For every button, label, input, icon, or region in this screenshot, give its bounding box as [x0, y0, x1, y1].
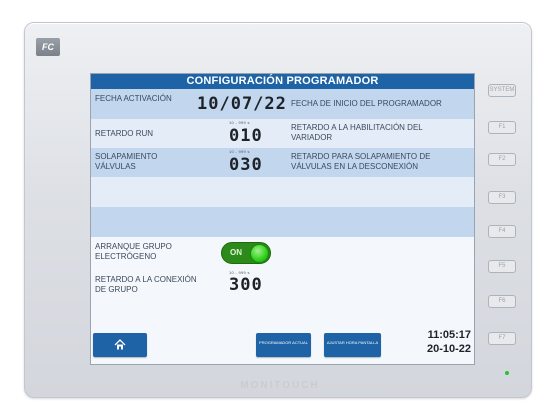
row-solapamiento-valvulas: SOLAPAMIENTO VÁLVULAS 10 - 999 s 030 RET…: [91, 148, 474, 177]
f4-key[interactable]: F4: [488, 225, 516, 238]
programador-actual-button[interactable]: PROGRAMADOR ACTUAL: [256, 333, 311, 357]
clock-time: 11:05:17: [427, 329, 471, 341]
row-retardo-run: RETARDO RUN 10 - 999 s 010 RETARDO A LA …: [91, 119, 474, 148]
retardo-run-label: RETARDO RUN: [95, 129, 154, 138]
home-icon: [114, 339, 126, 350]
f5-key[interactable]: F5: [488, 260, 516, 273]
f7-key[interactable]: F7: [488, 332, 516, 345]
hmi-screen: CONFIGURACIÓN PROGRAMADOR FECHA ACTIVACI…: [90, 73, 475, 365]
clock-date: 20-10-22: [426, 343, 471, 355]
system-key[interactable]: SYSTEM: [488, 84, 516, 97]
home-button[interactable]: [93, 333, 147, 357]
status-led: [505, 371, 509, 375]
grupo-electrogeno-toggle[interactable]: ON: [221, 242, 271, 264]
solapamiento-valvulas-value[interactable]: 030: [229, 155, 263, 175]
f6-key[interactable]: F6: [488, 295, 516, 308]
f3-key[interactable]: F3: [488, 191, 516, 204]
solapamiento-valvulas-unit: 10 - 999 s: [229, 149, 250, 154]
retardo-conexion-label: RETARDO A LA CONEXIÓN DE GRUPO: [95, 275, 197, 294]
grupo-electrogeno-label: ARRANQUE GRUPO ELECTRÓGENO: [95, 242, 172, 261]
retardo-run-unit: 10 - 999 s: [229, 120, 250, 125]
retardo-run-value[interactable]: 010: [229, 126, 263, 146]
fecha-activacion-value[interactable]: 10/07/22: [197, 94, 287, 114]
row-empty-2: [91, 207, 474, 237]
clock-display: 11:05:17 20-10-22: [411, 328, 471, 356]
brand-name: MONITOUCH: [240, 380, 320, 391]
solapamiento-valvulas-description: RETARDO PARA SOLAPAMIENTO DE VÁLVULAS EN…: [291, 152, 431, 171]
toggle-on-text: ON: [230, 248, 242, 257]
fecha-activacion-description: FECHA DE INICIO DEL PROGRAMADOR: [291, 99, 442, 108]
row-fecha-activacion: FECHA ACTIVACIÓN 10/07/22 FECHA DE INICI…: [91, 89, 474, 119]
f1-key[interactable]: F1: [488, 121, 516, 134]
retardo-run-description: RETARDO A LA HABILITACIÓN DEL VARIADOR: [291, 123, 423, 142]
f2-key[interactable]: F2: [488, 153, 516, 166]
row-empty-1: [91, 177, 474, 207]
ajustar-hora-button[interactable]: AJUSTAR HORA PANTALLA: [324, 333, 381, 357]
solapamiento-valvulas-label: SOLAPAMIENTO VÁLVULAS: [95, 152, 158, 171]
brand-logo: FC: [36, 38, 60, 56]
retardo-conexion-value[interactable]: 300: [229, 275, 263, 295]
toggle-knob: [250, 244, 269, 263]
page-title: CONFIGURACIÓN PROGRAMADOR: [91, 74, 474, 89]
fecha-activacion-label: FECHA ACTIVACIÓN: [95, 94, 172, 103]
